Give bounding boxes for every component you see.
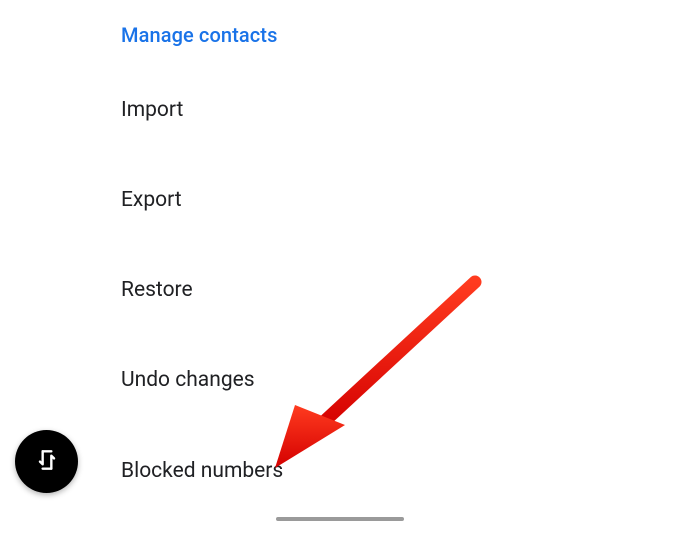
menu-item-blocked-numbers[interactable]: Blocked numbers: [121, 459, 283, 484]
menu-item-import[interactable]: Import: [121, 98, 183, 123]
navigation-bar-handle[interactable]: [276, 517, 404, 522]
menu-item-restore[interactable]: Restore: [121, 278, 193, 303]
sync-icon: [34, 447, 60, 477]
annotation-arrow: [260, 270, 490, 480]
menu-item-export[interactable]: Export: [121, 188, 182, 213]
fab-sync-button[interactable]: [15, 430, 78, 493]
menu-item-undo-changes[interactable]: Undo changes: [121, 368, 255, 393]
section-header-manage-contacts: Manage contacts: [121, 23, 277, 47]
